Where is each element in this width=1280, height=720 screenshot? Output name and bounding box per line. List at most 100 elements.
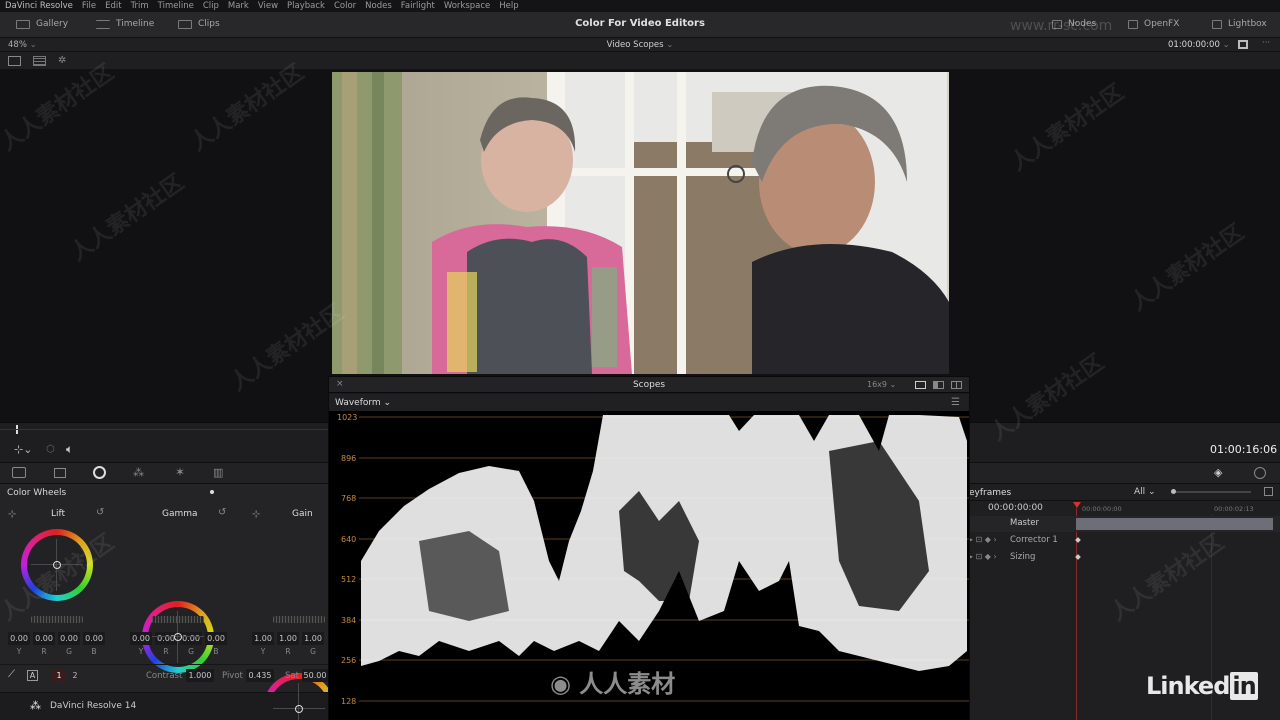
gamma-value-b[interactable]: 0.00 [205, 632, 227, 645]
watermark-site: www.rr-sc.com [1010, 18, 1113, 34]
auto-color-icon[interactable]: A [27, 670, 38, 681]
menu-item-color[interactable]: Color [334, 1, 356, 11]
hdr-scopes-icon[interactable]: ▥ [213, 466, 223, 479]
timeline-button[interactable]: Timeline [96, 19, 154, 29]
gallery-button[interactable]: Gallery [16, 19, 68, 29]
more-options-icon[interactable]: ··· [1262, 38, 1270, 48]
scale-128: 128 [341, 697, 357, 706]
track-corrector-1[interactable]: Corrector 1 [1010, 535, 1058, 545]
menu-item-workspace[interactable]: Workspace [444, 1, 490, 11]
menu-item-view[interactable]: View [258, 1, 278, 11]
video-frame[interactable] [332, 72, 949, 374]
linkedin-logo: Linked in [1146, 672, 1258, 700]
gamma-reset-icon[interactable]: ↺ [218, 507, 226, 518]
menu-item-clip[interactable]: Clip [203, 1, 219, 11]
menu-item-fairlight[interactable]: Fairlight [401, 1, 435, 11]
menu-item-mark[interactable]: Mark [228, 1, 249, 11]
keyframe-timecode[interactable]: 00:00:00:00 [988, 503, 1043, 513]
lightbox-button[interactable]: Lightbox [1212, 19, 1267, 29]
volume-icon[interactable]: 🔈︎ [66, 442, 73, 457]
clips-label: Clips [198, 19, 220, 29]
menu-item-edit[interactable]: Edit [105, 1, 121, 11]
gain-value-g[interactable]: 1.00 [302, 632, 324, 645]
keyframe-zoom-slider[interactable] [1171, 491, 1251, 493]
gamma-wheel-handle[interactable] [174, 633, 182, 641]
lift-picker-icon[interactable]: ⊹ [8, 509, 16, 520]
color-match-icon[interactable] [54, 468, 66, 478]
fullscreen-icon[interactable] [1238, 40, 1248, 49]
sat-field[interactable]: 50.00 [302, 669, 328, 682]
menu-app-name[interactable]: DaVinci Resolve [5, 1, 73, 11]
scopes-aspect-select[interactable]: 16x9 ⌄ [867, 380, 896, 389]
page-2-button[interactable]: 2 [68, 670, 82, 682]
gain-label: Gain [292, 509, 313, 519]
gain-master-wheel[interactable] [273, 616, 325, 623]
zoom-select[interactable]: 48% ⌄ [8, 40, 37, 50]
lift-master-wheel[interactable] [31, 616, 83, 623]
gallery-icon [16, 19, 30, 29]
scale-512: 512 [341, 575, 357, 584]
gamma-value-y[interactable]: 0.00 [130, 632, 152, 645]
menu-item-playback[interactable]: Playback [287, 1, 325, 11]
viewer-tool-icon[interactable]: ⊹⌄ [14, 443, 32, 456]
gain-picker-icon[interactable]: ⊹ [252, 509, 260, 520]
camera-raw-icon[interactable] [12, 467, 26, 478]
rgb-mixer-icon[interactable]: ⁂ [133, 466, 144, 479]
scopes-dual-layout-icon[interactable] [933, 381, 944, 389]
lift-value-b[interactable]: 0.00 [83, 632, 105, 645]
menu-item-file[interactable]: File [82, 1, 96, 11]
keyframe-playhead[interactable] [1073, 502, 1081, 508]
keyframes-filter[interactable]: All ⌄ [1134, 487, 1156, 497]
sat-label: Sat [285, 671, 299, 681]
page-1-button[interactable]: 1 [52, 670, 66, 682]
lift-value-g[interactable]: 0.00 [58, 632, 80, 645]
gain-wheel-handle[interactable] [295, 705, 303, 713]
viewer-mode-select[interactable]: Video Scopes ⌄ [600, 40, 680, 50]
lift-reset-icon[interactable]: ↺ [96, 507, 104, 518]
contrast-field[interactable]: 1.000 [186, 669, 214, 682]
highlight-icon[interactable]: ✲ [58, 55, 66, 66]
gain-value-y[interactable]: 1.00 [252, 632, 274, 645]
scrub-line[interactable] [0, 429, 328, 430]
scopes-single-layout-icon[interactable] [915, 381, 926, 389]
menu-item-nodes[interactable]: Nodes [365, 1, 392, 11]
single-view-icon[interactable] [8, 56, 21, 66]
track-master[interactable]: Master [1010, 518, 1039, 528]
menu-item-timeline[interactable]: Timeline [158, 1, 194, 11]
gamma-value-g[interactable]: 0.00 [180, 632, 202, 645]
pivot-field[interactable]: 0.435 [246, 669, 274, 682]
menu-item-trim[interactable]: Trim [131, 1, 149, 11]
contrast-label: Contrast [146, 671, 183, 681]
keyframe-zoom-handle[interactable] [1171, 489, 1176, 494]
gamma-master-wheel[interactable] [152, 616, 204, 623]
scope-settings-icon[interactable]: ☰ [951, 397, 960, 408]
color-wheels-icon[interactable] [93, 466, 106, 479]
lift-value-y[interactable]: 0.00 [8, 632, 30, 645]
scope-type-select[interactable]: Waveform ⌄ [335, 398, 391, 408]
openfx-button[interactable]: OpenFX [1128, 19, 1179, 29]
keyframes-icon[interactable]: ◈ [1214, 466, 1222, 479]
motion-effects-icon[interactable]: ✶ [175, 465, 185, 479]
scopes-quad-layout-icon[interactable] [951, 381, 962, 389]
viewer-timecode[interactable]: 01:00:00:00 ⌄ [1168, 40, 1230, 50]
scale-896: 896 [341, 454, 357, 463]
split-view-icon[interactable] [33, 56, 46, 66]
resolve-logo-icon[interactable]: ⁂ [30, 699, 41, 712]
master-keyframe-bar[interactable] [1076, 518, 1273, 530]
menu-item-help[interactable]: Help [499, 1, 518, 11]
lift-value-r[interactable]: 0.00 [33, 632, 55, 645]
track-sizing[interactable]: Sizing [1010, 552, 1035, 562]
scopes-titlebar: × Scopes 16x9 ⌄ [329, 377, 969, 393]
clip-icon[interactable]: ⬡ [46, 444, 55, 455]
clips-button[interactable]: Clips [178, 19, 220, 29]
keyframe-expand-icon[interactable] [1264, 487, 1273, 496]
corrector-expand-icon[interactable]: ▸ ⊡ ◆ › [969, 535, 997, 544]
viewer-header: 48% ⌄ Video Scopes ⌄ 01:00:00:00 ⌄ ··· [0, 38, 1280, 52]
sizing-expand-icon[interactable]: ▸ ⊡ ◆ › [969, 552, 997, 561]
scopes-close-icon[interactable]: × [336, 379, 344, 389]
info-icon[interactable] [1254, 467, 1266, 479]
page-dot-icon[interactable] [210, 490, 214, 494]
gain-value-r[interactable]: 1.00 [277, 632, 299, 645]
lift-wheel-handle[interactable] [53, 561, 61, 569]
auto-balance-icon[interactable]: ⟋ [8, 669, 15, 680]
